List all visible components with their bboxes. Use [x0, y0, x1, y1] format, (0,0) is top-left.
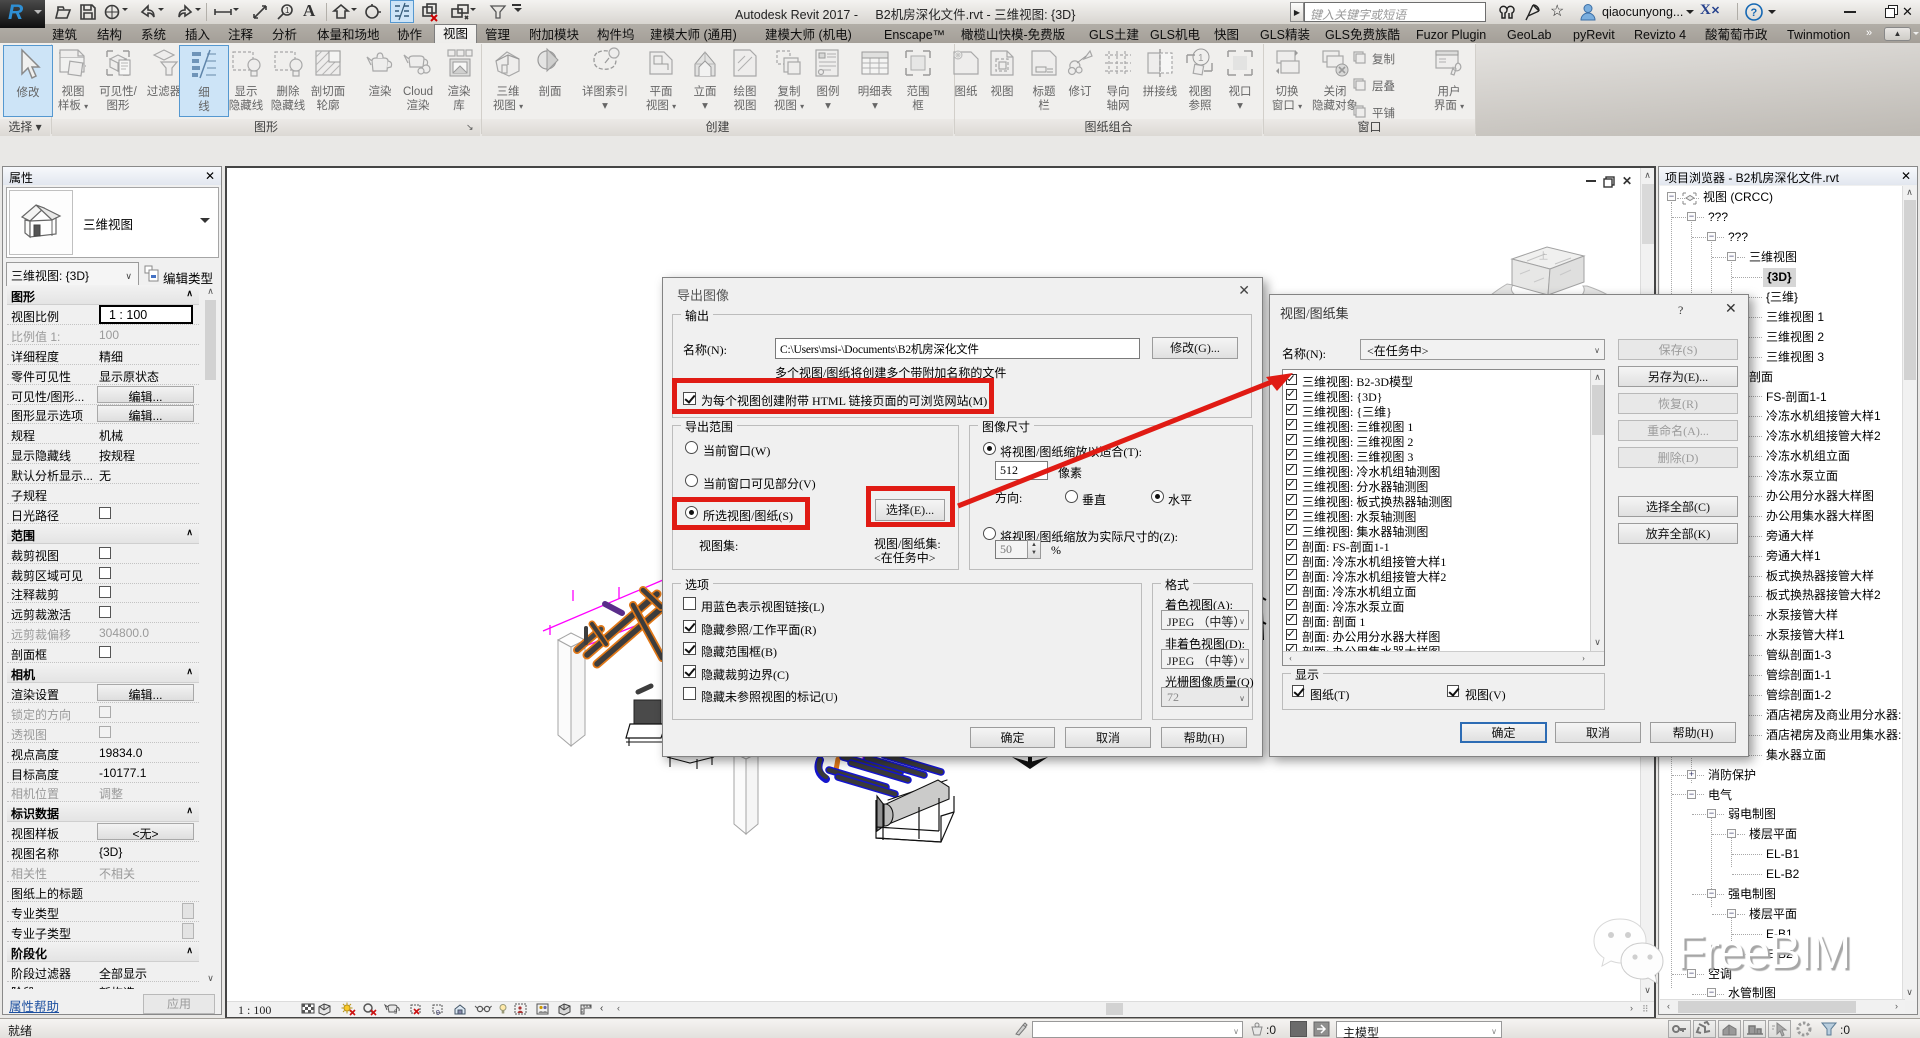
svg-text:9: 9 — [436, 1010, 440, 1017]
svg-text:1: 1 — [1198, 53, 1204, 64]
svg-text:1: 1 — [285, 6, 290, 15]
svg-text:上: 上 — [1539, 251, 1548, 261]
svg-text:9: 9 — [394, 1010, 398, 1016]
svg-text:?: ? — [1751, 7, 1758, 19]
